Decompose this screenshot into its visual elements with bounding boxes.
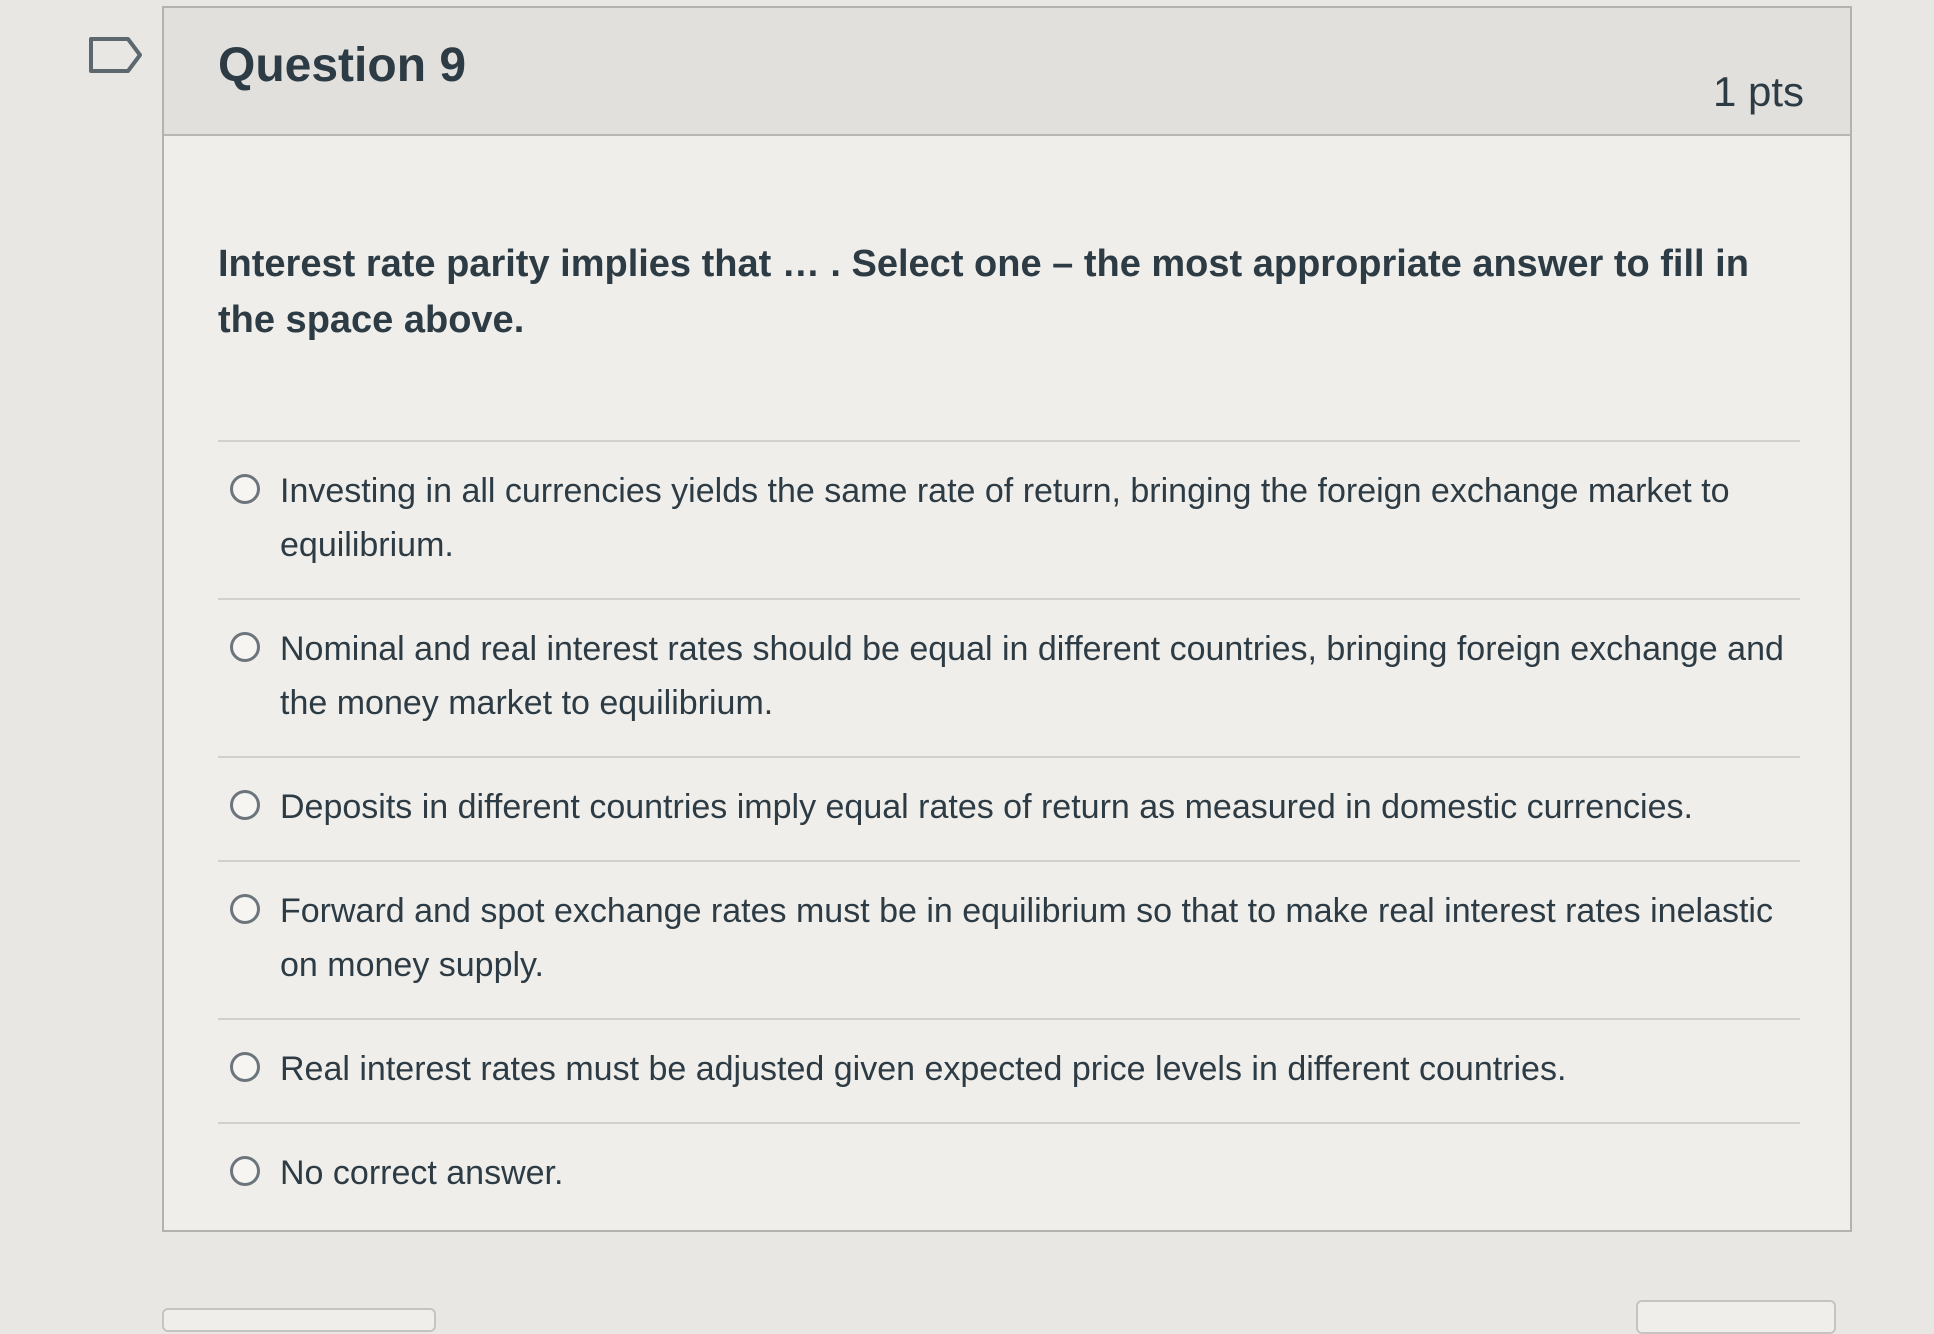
- question-card: Question 9 1 pts Interest rate parity im…: [162, 6, 1852, 1232]
- radio-button[interactable]: [230, 790, 260, 820]
- answer-label[interactable]: Deposits in different countries imply eq…: [280, 780, 1693, 834]
- question-title: Question 9: [218, 39, 467, 92]
- answer-option-1[interactable]: Investing in all currencies yields the s…: [218, 442, 1800, 600]
- question-points: 1 pts: [1712, 68, 1804, 115]
- next-nav-button[interactable]: [1636, 1300, 1836, 1334]
- answer-label[interactable]: No correct answer.: [280, 1146, 563, 1200]
- answer-label[interactable]: Investing in all currencies yields the s…: [280, 464, 1784, 572]
- question-body: Interest rate parity implies that … . Se…: [164, 136, 1850, 1226]
- radio-button[interactable]: [230, 474, 260, 504]
- previous-nav-button[interactable]: [162, 1308, 436, 1332]
- question-header: Question 9 1 pts: [164, 8, 1850, 136]
- answer-option-5[interactable]: Real interest rates must be adjusted giv…: [218, 1020, 1800, 1124]
- answer-label[interactable]: Nominal and real interest rates should b…: [280, 622, 1784, 730]
- answer-label[interactable]: Forward and spot exchange rates must be …: [280, 884, 1784, 992]
- bookmark-flag-icon[interactable]: [88, 36, 144, 74]
- answer-option-2[interactable]: Nominal and real interest rates should b…: [218, 600, 1800, 758]
- radio-button[interactable]: [230, 632, 260, 662]
- question-text: Interest rate parity implies that … . Se…: [218, 243, 1749, 341]
- answer-label[interactable]: Real interest rates must be adjusted giv…: [280, 1042, 1566, 1096]
- radio-button[interactable]: [230, 1156, 260, 1186]
- answer-option-3[interactable]: Deposits in different countries imply eq…: [218, 758, 1800, 862]
- radio-button[interactable]: [230, 1052, 260, 1082]
- radio-button[interactable]: [230, 894, 260, 924]
- answer-option-6[interactable]: No correct answer.: [218, 1124, 1800, 1226]
- answer-option-4[interactable]: Forward and spot exchange rates must be …: [218, 862, 1800, 1020]
- answer-list: Investing in all currencies yields the s…: [218, 440, 1800, 1226]
